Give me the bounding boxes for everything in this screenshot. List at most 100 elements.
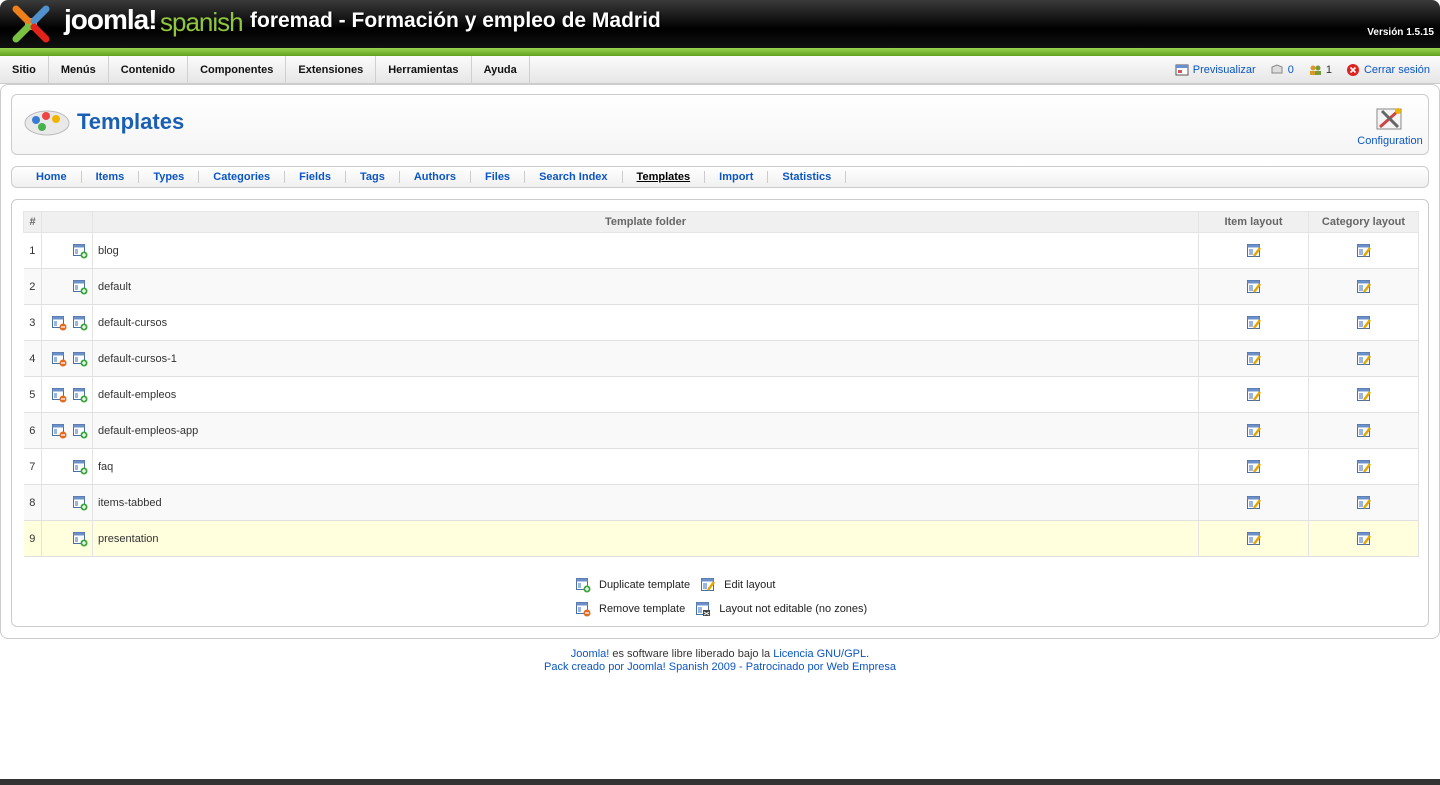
legend-duplicate: Duplicate template: [599, 579, 691, 591]
preview-link[interactable]: Previsualizar: [1175, 63, 1256, 77]
table-row: 6 default-empleos-app: [23, 412, 1419, 449]
preview-label[interactable]: Previsualizar: [1193, 64, 1256, 76]
footer-joomla-link[interactable]: Joomla!: [571, 648, 610, 660]
submenu-items[interactable]: Items: [82, 171, 140, 183]
remove-template-icon[interactable]: [46, 315, 67, 330]
users-count[interactable]: 1: [1308, 63, 1332, 77]
row-number: 7: [23, 448, 42, 485]
duplicate-template-icon[interactable]: [67, 351, 88, 366]
template-folder-name: default-empleos-app: [92, 412, 1199, 449]
edit-item-layout-icon[interactable]: [1246, 531, 1262, 545]
messages-value[interactable]: 0: [1288, 64, 1294, 76]
row-actions: [41, 304, 93, 341]
edit-category-layout-icon[interactable]: [1356, 315, 1372, 329]
submenu-templates[interactable]: Templates: [623, 171, 706, 183]
edit-item-layout-icon[interactable]: [1246, 315, 1262, 329]
footer-text-1: es software libre liberado bajo la: [609, 648, 774, 660]
row-number: 4: [23, 340, 42, 377]
item-layout-cell: [1198, 304, 1309, 341]
logo-subtext: spanish: [160, 7, 244, 37]
edit-item-layout-icon[interactable]: [1246, 423, 1262, 437]
edit-category-layout-icon[interactable]: [1356, 531, 1372, 545]
footer-credits-link[interactable]: Pack creado por Joomla! Spanish 2009 - P…: [544, 661, 896, 673]
toolbar-box: Templates Configuration: [11, 94, 1429, 155]
edit-item-layout-icon[interactable]: [1246, 459, 1262, 473]
users-icon: [1309, 65, 1321, 75]
footer-text-end: .: [866, 648, 870, 660]
template-folder-name: default-empleos: [92, 376, 1199, 413]
duplicate-template-icon[interactable]: [67, 243, 88, 258]
submenu-types[interactable]: Types: [139, 171, 200, 183]
template-folder-name: items-tabbed: [92, 484, 1199, 521]
remove-template-icon[interactable]: [46, 351, 67, 366]
edit-item-layout-icon[interactable]: [1246, 279, 1262, 293]
menu-item-componentes[interactable]: Componentes: [188, 56, 287, 84]
configuration-button[interactable]: Configuration: [1352, 103, 1428, 147]
category-layout-cell: [1308, 412, 1419, 449]
table-row: 1 blog: [23, 232, 1419, 269]
edit-category-layout-icon[interactable]: [1356, 423, 1372, 437]
menu-item-ayuda[interactable]: Ayuda: [472, 56, 530, 84]
category-layout-cell: [1308, 376, 1419, 413]
edit-category-layout-icon[interactable]: [1356, 495, 1372, 509]
menu-item-herramientas[interactable]: Herramientas: [376, 56, 472, 84]
category-layout-cell: [1308, 232, 1419, 269]
submenu-files[interactable]: Files: [471, 171, 526, 183]
menu-item-contenido[interactable]: Contenido: [109, 56, 189, 84]
edit-category-layout-icon[interactable]: [1356, 243, 1372, 257]
row-number: 9: [23, 520, 42, 557]
edit-category-layout-icon[interactable]: [1356, 351, 1372, 365]
submenu-categories[interactable]: Categories: [199, 171, 286, 183]
edit-item-layout-icon[interactable]: [1246, 351, 1262, 365]
remove-template-icon[interactable]: [46, 423, 67, 438]
duplicate-template-icon[interactable]: [67, 423, 88, 438]
remove-template-icon[interactable]: [46, 387, 67, 402]
submenu-search-index[interactable]: Search Index: [525, 171, 623, 183]
submenu-statistics[interactable]: Statistics: [768, 171, 847, 183]
item-layout-cell: [1198, 484, 1309, 521]
configuration-label[interactable]: Configuration: [1357, 135, 1422, 147]
row-actions: [41, 376, 93, 413]
duplicate-template-icon[interactable]: [67, 315, 88, 330]
row-number: 2: [23, 268, 42, 305]
logout-link[interactable]: Cerrar sesión: [1346, 63, 1430, 77]
top-header: joomla! spanish foremad - Formación y em…: [0, 0, 1440, 48]
menu-item-menus[interactable]: Menús: [49, 56, 109, 84]
duplicate-template-icon[interactable]: [67, 387, 88, 402]
footer-line-1: Joomla! es software libre liberado bajo …: [0, 648, 1440, 661]
window-bottom-edge: [0, 779, 1440, 785]
row-actions: [41, 268, 93, 305]
footer-license-link[interactable]: Licencia GNU/GPL: [773, 648, 866, 660]
table-row: 9 presentation: [23, 520, 1419, 557]
submenu-tags[interactable]: Tags: [346, 171, 400, 183]
duplicate-template-icon[interactable]: [67, 279, 88, 294]
submenu-fields[interactable]: Fields: [285, 171, 346, 183]
messages-count[interactable]: 0: [1270, 63, 1294, 77]
edit-category-layout-icon[interactable]: [1356, 279, 1372, 293]
templates-table-body: 1 blog 2 default 3 default-cursos 4 default-cur…: [23, 232, 1419, 557]
template-folder-name: presentation: [92, 520, 1199, 557]
menu-item-extensiones[interactable]: Extensiones: [286, 56, 377, 84]
submenu-home[interactable]: Home: [22, 171, 82, 183]
duplicate-template-icon[interactable]: [67, 495, 88, 510]
menu-item-sitio[interactable]: Sitio: [0, 56, 49, 84]
duplicate-template-icon: [576, 578, 591, 593]
duplicate-template-icon[interactable]: [67, 531, 88, 546]
category-layout-cell: [1308, 484, 1419, 521]
submenu-authors[interactable]: Authors: [400, 171, 471, 183]
row-actions: [41, 232, 93, 269]
edit-category-layout-icon[interactable]: [1356, 459, 1372, 473]
edit-category-layout-icon[interactable]: [1356, 387, 1372, 401]
item-layout-cell: [1198, 448, 1309, 485]
edit-item-layout-icon[interactable]: [1246, 495, 1262, 509]
duplicate-template-icon[interactable]: [67, 459, 88, 474]
templates-table: # Template folder Item layout Category l…: [23, 211, 1419, 557]
edit-item-layout-icon[interactable]: [1246, 243, 1262, 257]
category-layout-cell: [1308, 340, 1419, 377]
logo-text: joomla!: [64, 4, 158, 35]
users-value: 1: [1325, 64, 1332, 76]
header-category-layout: Category layout: [1308, 211, 1419, 233]
edit-item-layout-icon[interactable]: [1246, 387, 1262, 401]
logout-label[interactable]: Cerrar sesión: [1364, 64, 1430, 76]
submenu-import[interactable]: Import: [705, 171, 769, 183]
